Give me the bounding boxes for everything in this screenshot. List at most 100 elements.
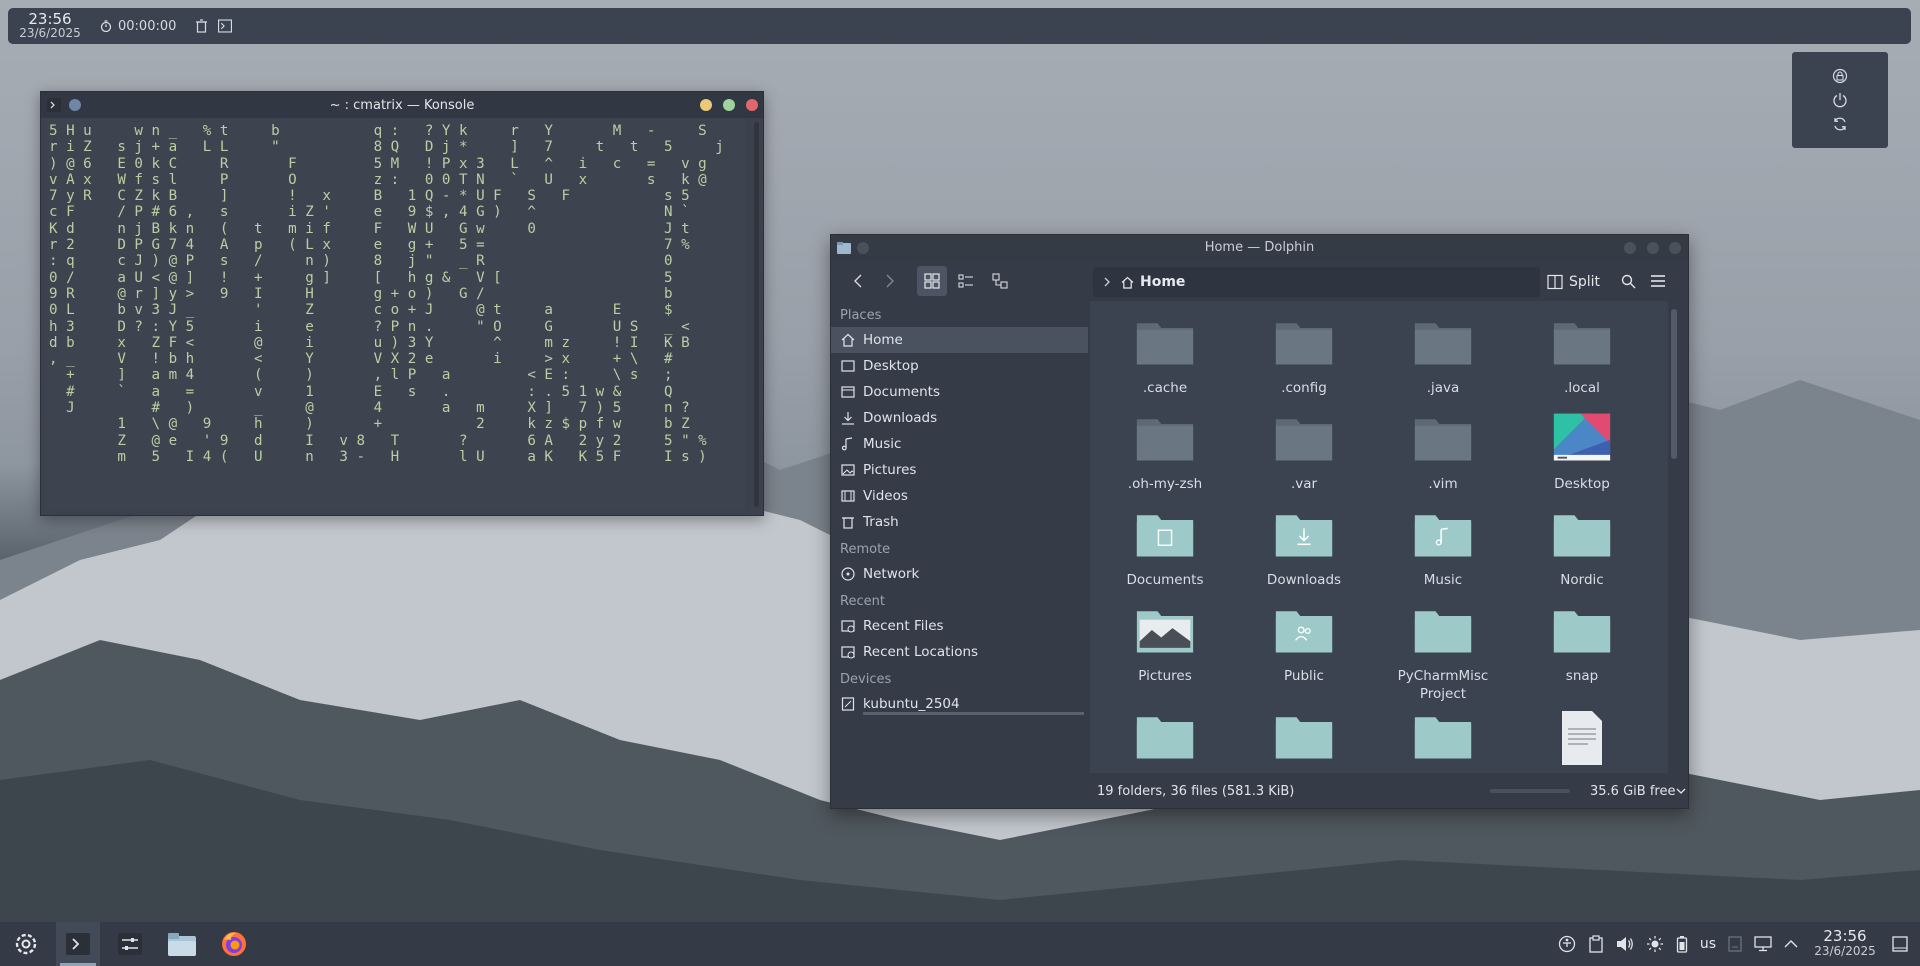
devices-heading: Devices	[840, 672, 892, 687]
cmatrix-output: 5 H u w n _ % t b q : ? Y k r Y M - S r …	[49, 123, 724, 465]
file-item[interactable]: .config	[1239, 315, 1369, 397]
file-item-partial[interactable]	[1100, 709, 1230, 767]
application-launcher[interactable]	[4, 922, 48, 966]
clipboard-icon[interactable]	[1588, 935, 1604, 953]
file-item-label: .vim	[1428, 476, 1458, 492]
split-button[interactable]: Split	[1547, 267, 1600, 297]
icons-view-button[interactable]	[917, 266, 947, 296]
lock-screen-icon[interactable]	[1832, 68, 1848, 84]
places-item-recent-files[interactable]: Recent Files	[831, 613, 1088, 639]
file-item[interactable]: Pictures	[1100, 603, 1230, 685]
downloads-folder-icon	[1239, 507, 1369, 565]
top-panel-clock[interactable]: 23:56 23/6/2025	[10, 12, 90, 41]
device-usage-bar	[863, 712, 1084, 715]
top-panel: 23:56 23/6/2025 00:00:00	[8, 8, 1911, 44]
firefox-icon	[222, 932, 246, 956]
file-item[interactable]: Nordic	[1517, 507, 1647, 589]
accessibility-icon[interactable]	[1558, 935, 1576, 953]
taskbar-settings[interactable]	[108, 922, 152, 966]
konsole-titlebar[interactable]: ~ : cmatrix — Konsole	[41, 92, 763, 118]
file-item[interactable]: PyCharmMisc Project	[1378, 603, 1508, 703]
places-item-videos[interactable]: Videos	[831, 483, 1088, 509]
dolphin-icon	[168, 933, 196, 956]
dolphin-window[interactable]: Home — Dolphin Home Split Places Home De…	[830, 234, 1689, 809]
file-item-partial[interactable]	[1517, 709, 1647, 769]
konsole-scrollbar[interactable]	[754, 122, 759, 507]
maximize-button[interactable]	[723, 99, 735, 111]
folder-icon	[1517, 507, 1647, 565]
dolphin-titlebar[interactable]: Home — Dolphin	[831, 235, 1688, 261]
location-breadcrumb[interactable]: Home	[1093, 267, 1540, 297]
chevron-down-icon[interactable]	[1676, 787, 1686, 795]
file-item[interactable]: Public	[1239, 603, 1369, 685]
file-item[interactable]: Desktop	[1517, 411, 1647, 493]
dolphin-maximize-button[interactable]	[1647, 242, 1659, 254]
chevron-up-icon[interactable]	[1784, 939, 1798, 949]
file-item[interactable]: .local	[1517, 315, 1647, 397]
taskbar-firefox[interactable]	[212, 922, 256, 966]
file-item-label: Music	[1423, 572, 1463, 588]
places-item-network[interactable]: Network	[831, 561, 1088, 587]
brightness-icon[interactable]	[1646, 935, 1664, 953]
trash-applet[interactable]	[194, 19, 208, 33]
taskbar-konsole[interactable]	[56, 922, 100, 966]
chevron-right-icon[interactable]	[1103, 276, 1111, 288]
places-item-music[interactable]: Music	[831, 431, 1088, 457]
documents-folder-icon	[1100, 507, 1230, 565]
file-item[interactable]: .var	[1239, 411, 1369, 493]
places-item-documents[interactable]: Documents	[831, 379, 1088, 405]
file-item[interactable]: .oh-my-zsh	[1100, 411, 1230, 493]
file-item[interactable]: .vim	[1378, 411, 1508, 493]
battery-icon[interactable]	[1676, 935, 1688, 953]
places-item-trash[interactable]: Trash	[831, 509, 1088, 535]
close-button[interactable]	[746, 99, 758, 111]
places-heading: Places	[840, 308, 882, 323]
restart-icon[interactable]	[1832, 116, 1848, 132]
taskbar-dolphin[interactable]	[160, 922, 204, 966]
file-item[interactable]: snap	[1517, 603, 1647, 685]
places-item-home[interactable]: Home	[831, 327, 1088, 353]
file-item[interactable]: Documents	[1100, 507, 1230, 589]
details-view-button[interactable]	[985, 266, 1015, 296]
file-item[interactable]: .java	[1378, 315, 1508, 397]
places-item-downloads[interactable]: Downloads	[831, 405, 1088, 431]
terminal-area[interactable]: 5 H u w n _ % t b q : ? Y k r Y M - S r …	[45, 119, 745, 511]
show-desktop-icon[interactable]	[1892, 936, 1908, 952]
file-view-scrollbar[interactable]	[1671, 309, 1677, 459]
places-item-desktop[interactable]: Desktop	[831, 353, 1088, 379]
terminal-applet[interactable]	[218, 19, 233, 33]
places-item-pictures[interactable]: Pictures	[831, 457, 1088, 483]
dolphin-minimize-button[interactable]	[1624, 242, 1636, 254]
volume-icon[interactable]	[1616, 936, 1634, 952]
breadcrumb-home[interactable]: Home	[1140, 274, 1185, 290]
split-label: Split	[1569, 274, 1601, 290]
minimize-button[interactable]	[700, 99, 712, 111]
folder-icon	[1100, 315, 1230, 373]
places-item-label: Trash	[863, 514, 899, 530]
compact-view-button[interactable]	[951, 266, 981, 296]
konsole-window[interactable]: ~ : cmatrix — Konsole 5 H u w n _ % t b …	[40, 91, 764, 516]
keyboard-layout-indicator[interactable]: us	[1700, 936, 1716, 952]
timer-widget[interactable]: 00:00:00	[100, 19, 176, 34]
notes-icon[interactable]	[1728, 936, 1742, 952]
file-view[interactable]: .cache .config .java .local .oh-my-zsh .var .v…	[1090, 301, 1668, 773]
file-item-label: Pictures	[1138, 668, 1192, 684]
taskbar-clock[interactable]: 23:56 23/6/2025	[1810, 929, 1880, 959]
file-item-partial[interactable]	[1239, 709, 1369, 767]
menu-button[interactable]	[1643, 266, 1673, 296]
power-icon[interactable]	[1832, 92, 1848, 108]
network-wired-icon[interactable]	[1754, 936, 1772, 952]
folder-icon	[1239, 411, 1369, 469]
forward-button[interactable]	[875, 266, 905, 296]
back-button[interactable]	[843, 266, 873, 296]
file-item-partial[interactable]	[1378, 709, 1508, 767]
file-item[interactable]: Downloads	[1239, 507, 1369, 589]
file-item[interactable]: .cache	[1100, 315, 1230, 397]
free-space-label[interactable]: 35.6 GiB free	[1590, 784, 1675, 799]
dolphin-close-button[interactable]	[1669, 242, 1681, 254]
search-button[interactable]	[1613, 266, 1643, 296]
places-item-recent-locations[interactable]: Recent Locations	[831, 639, 1088, 665]
file-item[interactable]: Music	[1378, 507, 1508, 589]
places-item-device[interactable]: kubuntu_2504	[831, 691, 1088, 717]
file-item-label: .config	[1281, 380, 1327, 396]
